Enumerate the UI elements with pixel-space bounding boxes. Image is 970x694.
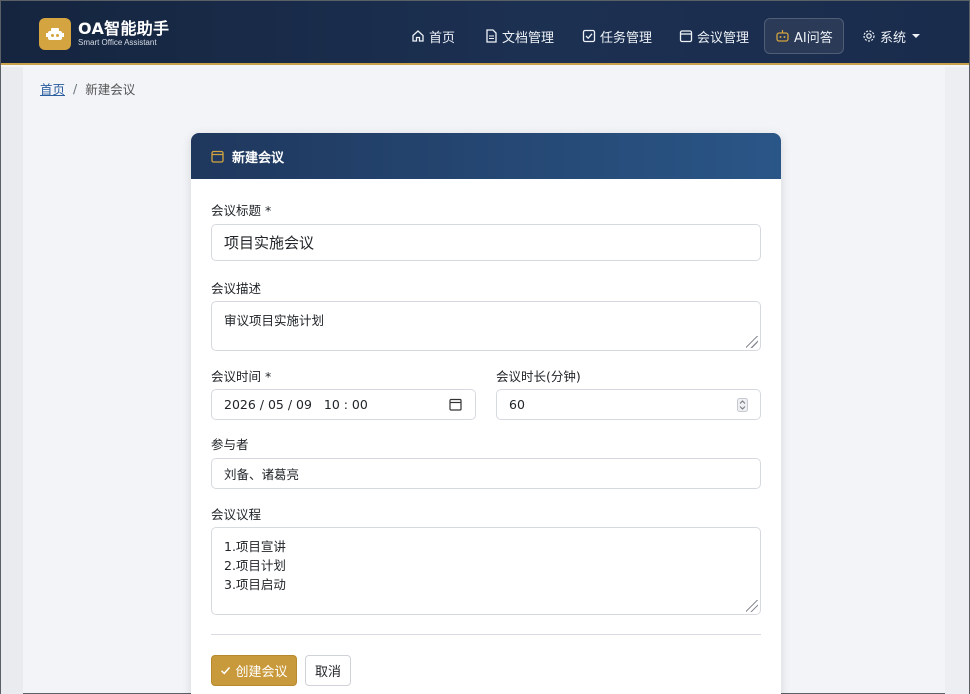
robot-icon bbox=[776, 30, 789, 42]
nav-item-tasks[interactable]: 任务管理 bbox=[572, 18, 662, 54]
meeting-desc-textarea[interactable]: 审议项目实施计划 bbox=[211, 301, 761, 351]
brand-title: OA智能助手 bbox=[78, 19, 170, 38]
agenda-line: 3.项目启动 bbox=[224, 577, 286, 592]
meeting-desc-value: 审议项目实施计划 bbox=[224, 313, 325, 328]
left-gutter bbox=[1, 67, 23, 694]
resize-handle-icon[interactable] bbox=[746, 336, 758, 348]
right-gutter bbox=[945, 67, 969, 694]
top-navbar: OA智能助手 Smart Office Assistant 首页 文档管理 任务… bbox=[1, 1, 969, 65]
robot-logo-icon bbox=[39, 18, 71, 50]
nav-label: 文档管理 bbox=[502, 30, 555, 46]
app-window: OA智能助手 Smart Office Assistant 首页 文档管理 任务… bbox=[0, 0, 970, 694]
cancel-button[interactable]: 取消 bbox=[305, 655, 351, 686]
nav-item-meetings[interactable]: 会议管理 bbox=[669, 18, 759, 54]
document-icon bbox=[486, 29, 497, 43]
nav-label: 系统 bbox=[880, 30, 907, 46]
nav-item-documents[interactable]: 文档管理 bbox=[475, 18, 564, 54]
create-meeting-button[interactable]: 创建会议 bbox=[211, 655, 297, 686]
meeting-time-value: 2026 / 05 / 09 10 : 00 bbox=[224, 397, 368, 412]
meeting-duration-label: 会议时长(分钟) bbox=[496, 369, 581, 384]
meeting-title-input[interactable]: 项目实施会议 bbox=[211, 224, 761, 261]
breadcrumb: 首页 / 新建会议 bbox=[40, 79, 135, 98]
nav-label: 会议管理 bbox=[697, 30, 750, 46]
cancel-label: 取消 bbox=[314, 665, 341, 680]
calendar-icon bbox=[211, 150, 224, 163]
nav-label: AI问答 bbox=[794, 30, 833, 46]
checkbox-icon bbox=[582, 29, 596, 43]
agenda-textarea[interactable]: 1.项目宣讲 2.项目计划 3.项目启动 bbox=[211, 527, 761, 615]
nav-label: 任务管理 bbox=[600, 30, 653, 46]
nav-item-home[interactable]: 首页 bbox=[401, 18, 465, 54]
new-meeting-card: 新建会议 会议标题 * 项目实施会议 会议描述 审议项目实施计划 会议时间 * … bbox=[191, 133, 781, 694]
chevron-down-icon bbox=[912, 34, 921, 38]
meeting-time-label: 会议时间 * bbox=[211, 369, 272, 384]
participants-input[interactable]: 刘备、诸葛亮 bbox=[211, 458, 761, 489]
meeting-time-input[interactable]: 2026 / 05 / 09 10 : 00 bbox=[211, 389, 476, 420]
agenda-line: 2.项目计划 bbox=[224, 558, 286, 573]
home-icon bbox=[412, 30, 424, 42]
nav-label: 首页 bbox=[429, 30, 456, 46]
agenda-label: 会议议程 bbox=[211, 507, 262, 522]
breadcrumb-home-link[interactable]: 首页 bbox=[40, 79, 65, 98]
breadcrumb-current: 新建会议 bbox=[85, 82, 136, 97]
number-stepper-icon[interactable] bbox=[737, 398, 748, 412]
meeting-title-value: 项目实施会议 bbox=[224, 234, 315, 252]
create-meeting-label: 创建会议 bbox=[235, 665, 288, 680]
participants-value: 刘备、诸葛亮 bbox=[224, 467, 300, 482]
calendar-icon bbox=[679, 30, 693, 43]
participants-label: 参与者 bbox=[211, 437, 249, 452]
brand[interactable]: OA智能助手 Smart Office Assistant bbox=[39, 18, 169, 50]
nav-item-system[interactable]: 系统 bbox=[852, 18, 930, 54]
gear-icon bbox=[863, 30, 875, 42]
brand-subtitle: Smart Office Assistant bbox=[78, 38, 157, 47]
meeting-title-label: 会议标题 * bbox=[211, 203, 272, 218]
nav-item-ai-qa[interactable]: AI问答 bbox=[764, 18, 844, 54]
card-header: 新建会议 bbox=[191, 133, 781, 179]
form-divider bbox=[211, 634, 761, 635]
calendar-picker-icon[interactable] bbox=[449, 398, 462, 411]
breadcrumb-separator: / bbox=[73, 81, 78, 96]
meeting-duration-value: 60 bbox=[509, 397, 525, 412]
agenda-line: 1.项目宣讲 bbox=[224, 539, 286, 554]
card-title: 新建会议 bbox=[232, 150, 285, 166]
meeting-desc-label: 会议描述 bbox=[211, 281, 262, 296]
resize-handle-icon[interactable] bbox=[746, 600, 758, 612]
meeting-duration-input[interactable]: 60 bbox=[496, 389, 761, 420]
check-icon bbox=[221, 667, 231, 675]
